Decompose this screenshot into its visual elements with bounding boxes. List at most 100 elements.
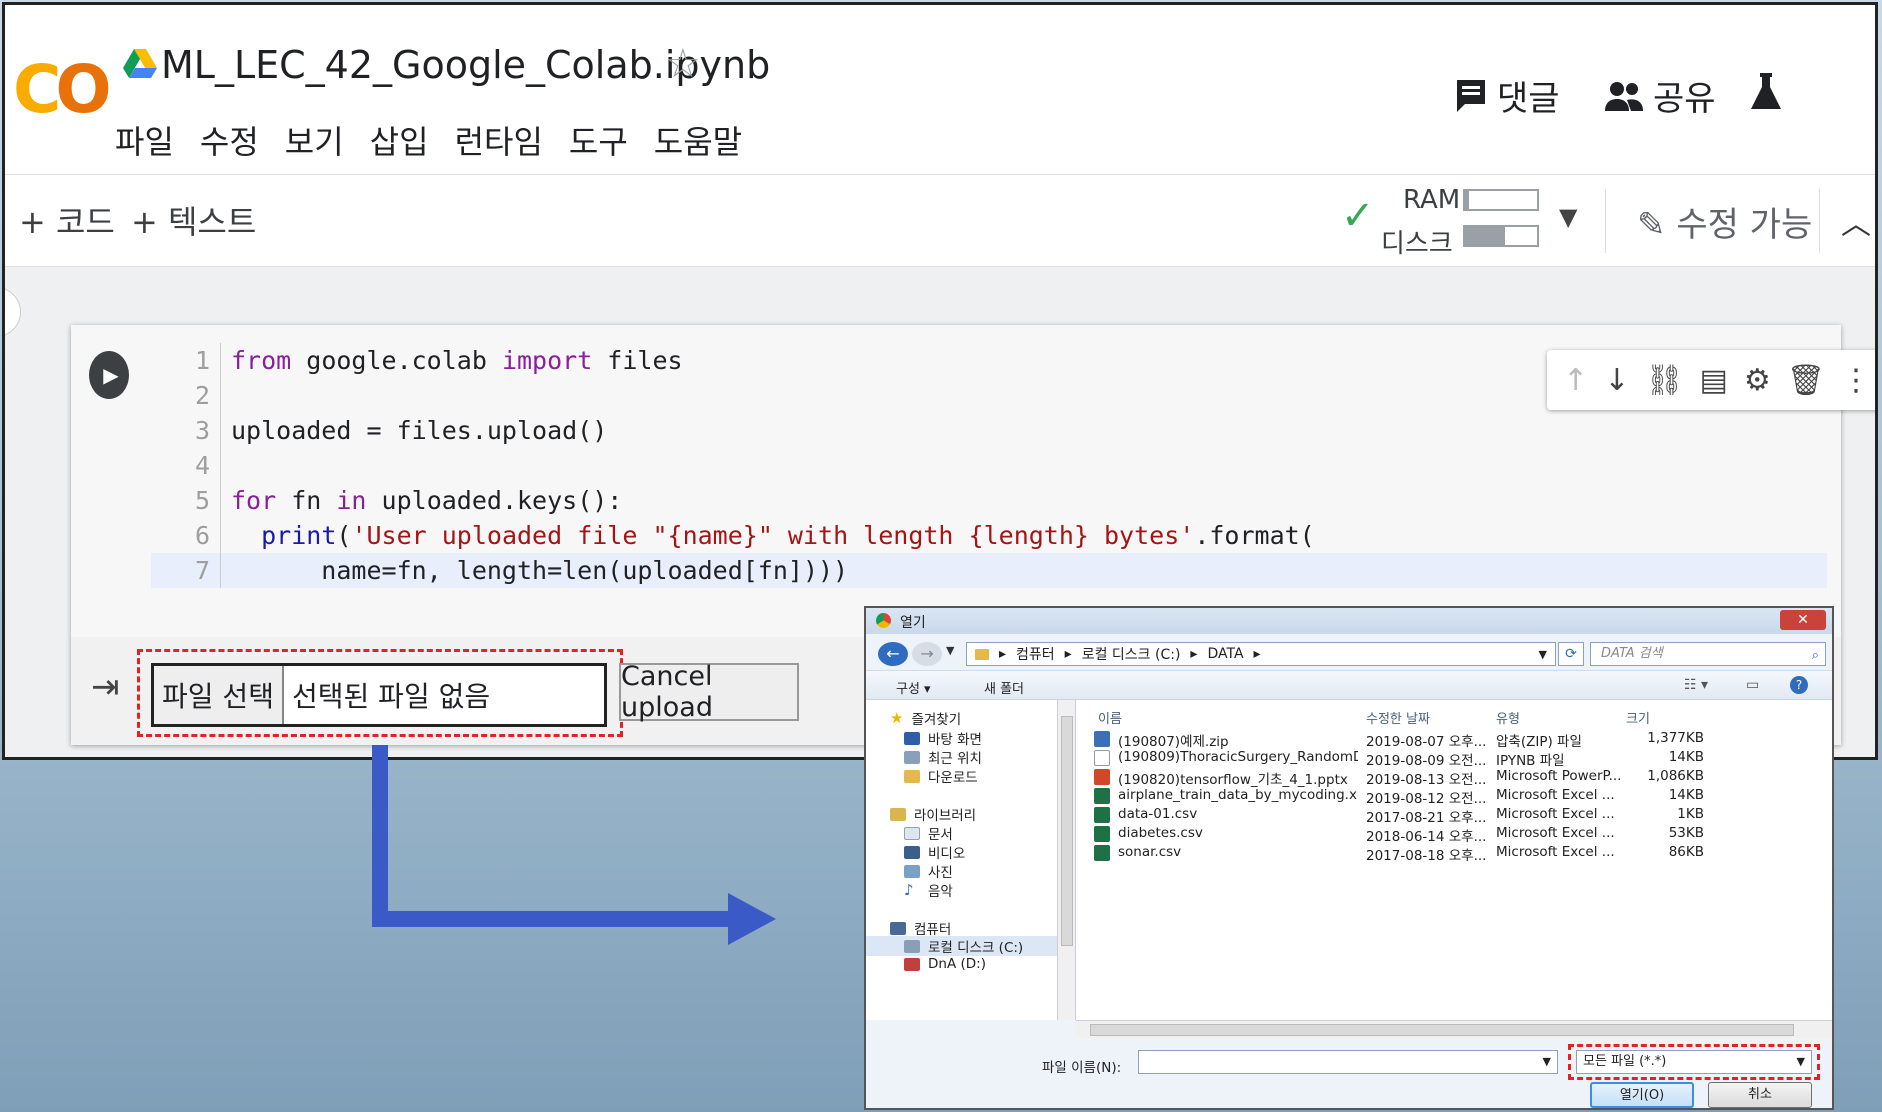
cancel-button[interactable]: 취소 [1708,1082,1812,1108]
navigation-pane: ★ 즐겨찾기 바탕 화면 최근 위치 다운로드 라이브러리 문서 비디오 사진 … [866,700,1058,1020]
nav-recent[interactable]: 최근 위치 [904,747,982,767]
address-dropdown-icon[interactable]: ▼ [1539,648,1547,661]
file-name: data-01.csv [1118,806,1198,822]
nav-favorites[interactable]: ★ 즐겨찾기 [890,708,961,728]
file-row[interactable]: sonar.csv 2017-08-18 오후... Microsoft Excel… [1076,842,1832,864]
toolbar-divider [1605,189,1606,253]
comment-icon[interactable]: ▤ [1699,363,1727,398]
output-clear-icon[interactable]: ⇥ [91,667,120,707]
back-arrow-icon[interactable]: ← [878,642,908,666]
annotation-arrow-head [728,893,776,945]
column-header-name[interactable]: 이름 [1098,708,1122,727]
address-bar-row: ← → ▼ ▸ 컴퓨터 ▸ 로컬 디스크 (C:) ▸ DATA ▸ ▼ ⟳ D… [866,636,1832,670]
forward-arrow-icon[interactable]: → [912,642,942,666]
horizontal-scrollbar[interactable] [1076,1020,1832,1038]
file-upload-widget: 파일 선택 선택된 파일 없음 [151,663,607,727]
menu-runtime[interactable]: 런타임 [455,117,543,163]
organize-menu[interactable]: 구성 ▾ [896,678,931,697]
file-size: 53KB [1668,825,1704,841]
line-number: 3 [151,413,221,448]
nav-drive-d[interactable]: DnA (D:) [904,956,986,972]
more-vert-icon[interactable]: ⋮ [1841,363,1871,398]
search-input[interactable]: DATA 검색 ⌕ [1590,642,1826,666]
menu-view[interactable]: 보기 [285,117,344,163]
menu-insert[interactable]: 삽입 [370,117,429,163]
nav-computer[interactable]: 컴퓨터 [890,918,951,938]
chevron-down-icon[interactable]: ▼ [1543,1055,1551,1068]
code-text: print('User uploaded file "{name}" with … [261,521,1315,550]
move-up-icon[interactable]: ↑ [1563,363,1588,398]
file-name: (190809)ThoracicSurgery_RandomData... [1118,749,1358,765]
dialog-footer: 파일 이름(N): ▼ 모든 파일 (*.*) ▼ 열기(O) 취소 [866,1038,1832,1108]
file-size: 1,086KB [1647,768,1704,784]
code-text: from google.colab import files [231,346,683,375]
nav-videos[interactable]: 비디오 [904,842,965,862]
breadcrumb-item[interactable]: DATA [1207,646,1243,662]
generic-file-icon [1094,750,1110,766]
address-breadcrumb[interactable]: ▸ 컴퓨터 ▸ 로컬 디스크 (C:) ▸ DATA ▸ ▼ [966,642,1556,666]
nav-scrollbar[interactable] [1058,700,1076,1020]
line-number: 1 [151,343,221,378]
runtime-dropdown-icon[interactable]: ▼ [1559,203,1577,231]
delete-trash-icon[interactable]: 🗑 [1787,363,1825,398]
refresh-icon[interactable]: ⟳ [1558,642,1584,666]
recent-places-icon [904,750,920,764]
star-icon[interactable]: ☆ [665,41,701,87]
comment-label: 댓글 [1497,79,1560,119]
collapse-header-icon[interactable]: ︿ [1841,199,1871,243]
filetype-select[interactable]: 모든 파일 (*.*) ▼ [1576,1050,1812,1074]
menu-tools[interactable]: 도구 [569,117,628,163]
menu-bar: 파일 수정 보기 삽입 런타임 도구 도움말 [115,117,742,163]
settings-gear-icon[interactable]: ⚙ [1744,363,1771,398]
view-options-icon[interactable]: ☷ ▾ [1684,677,1708,693]
nav-documents[interactable]: 문서 [904,823,953,843]
dialog-title: 열기 [900,615,926,631]
menu-edit[interactable]: 수정 [200,117,259,163]
ram-usage-bar[interactable] [1463,189,1539,211]
dialog-close-button[interactable]: ✕ [1780,610,1826,630]
move-down-icon[interactable]: ↓ [1604,363,1629,398]
google-drive-icon [123,49,157,78]
share-button[interactable]: 공유 [1605,71,1716,120]
ram-label: RAM [1403,185,1461,215]
open-button[interactable]: 열기(O) [1590,1082,1694,1108]
disk-usage-bar[interactable] [1463,225,1539,247]
side-panel-toggle[interactable] [5,287,21,337]
flask-icon[interactable] [1751,71,1781,111]
cancel-upload-button[interactable]: Cancel upload [619,661,799,723]
preview-pane-icon[interactable]: ▭ [1746,677,1759,693]
column-header-modified[interactable]: 수정한 날짜 [1366,708,1430,727]
music-icon: ♪ [904,881,914,899]
breadcrumb-item[interactable]: 컴퓨터 [1016,644,1055,664]
help-icon[interactable]: ? [1790,676,1808,694]
column-header-type[interactable]: 유형 [1496,708,1520,727]
nav-music[interactable]: ♪ 음악 [904,880,953,900]
nav-libraries[interactable]: 라이브러리 [890,804,976,824]
filename-label: 파일 이름(N): [1042,1060,1122,1076]
filename-input[interactable]: ▼ [1138,1050,1558,1074]
search-icon: ⌕ [1811,648,1819,663]
comment-button[interactable]: 댓글 [1455,71,1560,120]
menu-file[interactable]: 파일 [115,117,174,163]
new-folder-button[interactable]: 새 폴더 [984,678,1024,697]
excel-file-icon [1094,788,1110,804]
code-line: 3 uploaded = files.upload() [151,413,1827,448]
excel-file-icon [1094,845,1110,861]
colab-logo[interactable]: CO [13,51,112,128]
history-dropdown-icon[interactable]: ▼ [946,644,954,657]
nav-desktop[interactable]: 바탕 화면 [904,728,982,748]
code-line-active: 7 name=fn, length=len(uploaded[fn]))) [151,553,1827,588]
run-cell-button[interactable]: ▶ [89,351,129,399]
toolbar-divider [1819,189,1820,253]
menu-help[interactable]: 도움말 [654,117,742,163]
nav-downloads[interactable]: 다운로드 [904,766,978,786]
breadcrumb-item[interactable]: 로컬 디스크 (C:) [1082,644,1181,664]
add-text-button[interactable]: + 텍스트 [131,197,256,243]
link-icon[interactable]: ⛓ [1645,363,1683,398]
nav-pictures[interactable]: 사진 [904,861,953,881]
editing-mode-button[interactable]: ✎ 수정 가능 [1637,197,1812,246]
choose-file-button[interactable]: 파일 선택 [154,666,284,724]
add-code-button[interactable]: + 코드 [19,197,115,243]
column-header-size[interactable]: 크기 [1626,708,1650,727]
nav-drive-c[interactable]: 로컬 디스크 (C:) [866,936,1057,956]
